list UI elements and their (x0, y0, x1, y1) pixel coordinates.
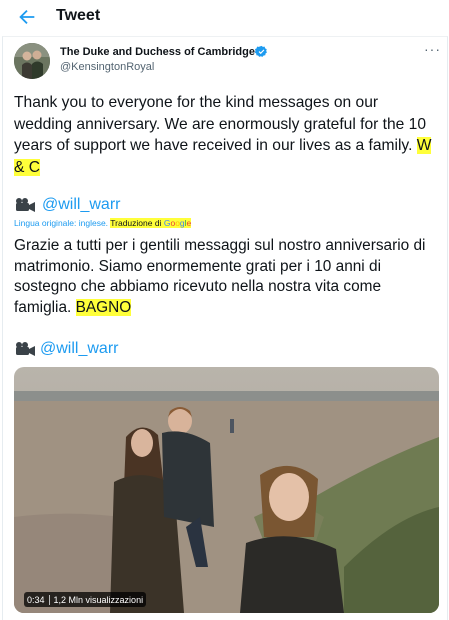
google-letter: e (186, 218, 192, 228)
video-duration: 0:34 (27, 594, 45, 605)
translate-label: Traduzione di (110, 218, 162, 228)
video-camera-icon (16, 198, 35, 212)
video-info-badge: 0:34 1,2 Mln visualizzazioni (24, 592, 147, 607)
author-handle[interactable]: @KensingtonRoyal (60, 61, 154, 73)
page-title: Tweet (56, 7, 101, 24)
verified-badge-icon (255, 45, 267, 57)
video-thumbnail (14, 367, 439, 613)
video-views: 1,2 Mln visualizzazioni (53, 594, 144, 605)
tweet-text: Thank you to everyone for the kind messa… (14, 92, 436, 178)
video-player[interactable] (14, 367, 439, 613)
author-name[interactable]: The Duke and Duchess of Cambridge (60, 46, 255, 58)
translation-attribution: Lingua originale: inglese. Traduzione di… (14, 218, 192, 228)
back-arrow-icon[interactable] (16, 6, 38, 28)
translated-text: Grazie a tutti per i gentili messaggi su… (14, 236, 438, 318)
avatar[interactable] (14, 43, 50, 79)
mention-link[interactable]: @will_warr (40, 340, 118, 358)
top-bar: Tweet (0, 0, 449, 34)
mention-link[interactable]: @will_warr (42, 196, 120, 214)
translated-signature: BAGNO (75, 298, 132, 316)
tweet-body: Thank you to everyone for the kind messa… (14, 94, 427, 154)
video-camera-icon (16, 342, 35, 356)
more-options-icon[interactable]: ··· (424, 41, 441, 57)
translation-prefix: Lingua originale: inglese. (14, 218, 109, 228)
badge-divider (48, 594, 50, 605)
translate-link[interactable]: Traduzione di Google (110, 218, 192, 228)
